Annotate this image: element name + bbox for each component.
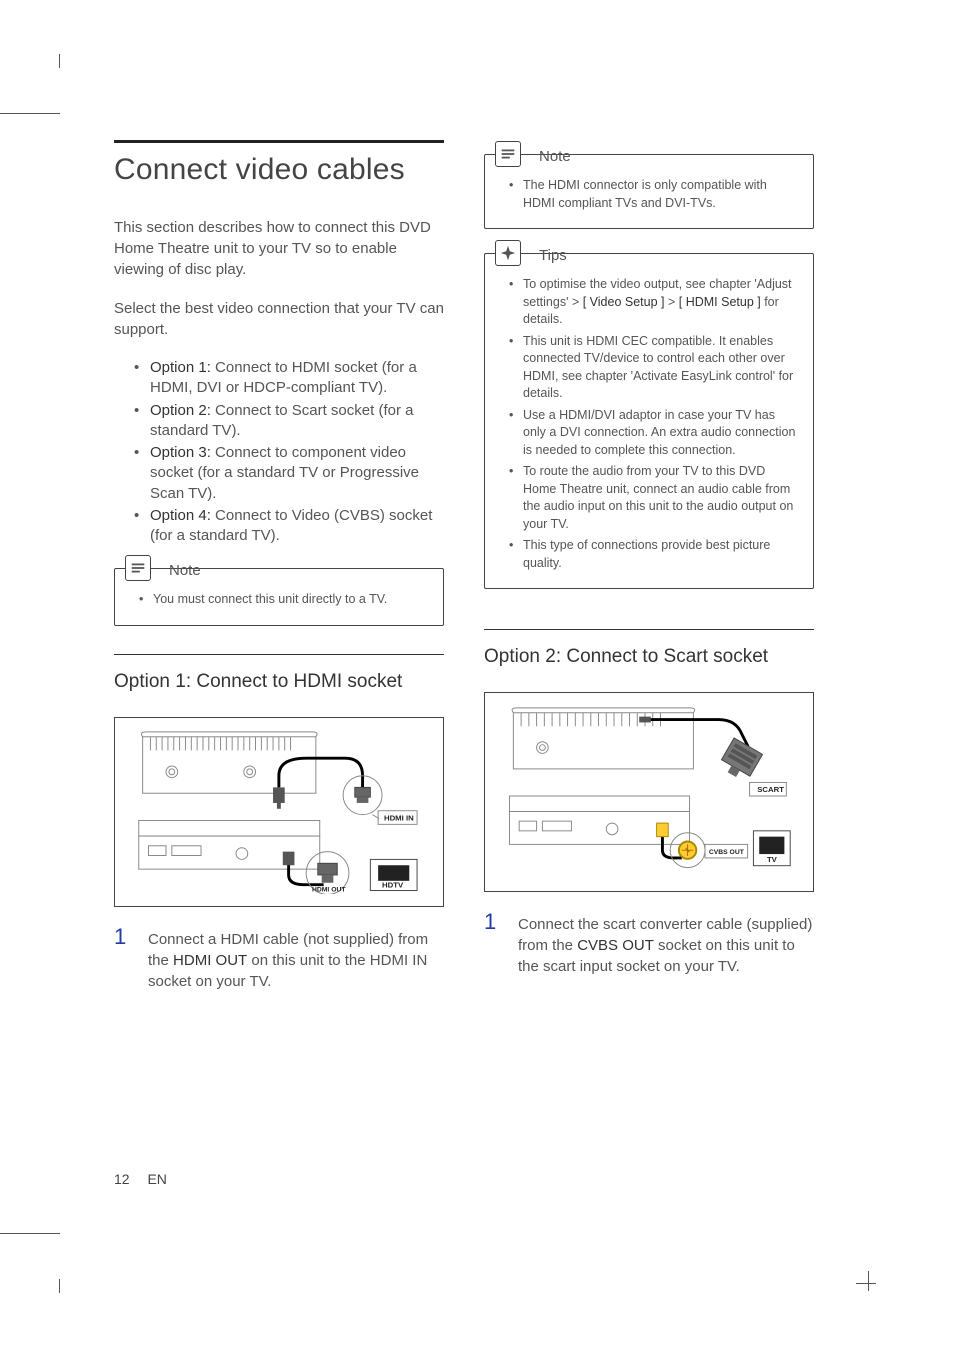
option-item-3: Option 3: Connect to component video soc… (134, 443, 444, 504)
tips-title: Tips (539, 247, 567, 264)
tips-item-3: Use a HDMI/DVI adaptor in case your TV h… (513, 407, 797, 460)
option1-heading: Option 1: Connect to HDMI socket (114, 654, 444, 693)
note-title: Note (169, 562, 201, 579)
option-item-4: Option 4: Connect to Video (CVBS) socket… (134, 506, 444, 547)
tips-item-2: This unit is HDMI CEC compatible. It ena… (513, 333, 797, 403)
step-number: 1 (484, 911, 502, 977)
option-item-1: Option 1: Connect to HDMI socket (for a … (134, 358, 444, 399)
step-number: 1 (114, 926, 132, 992)
note-title: Note (539, 148, 571, 165)
crop-mark-top-left (0, 54, 60, 114)
language-code: EN (147, 1171, 166, 1187)
right-column: Note The HDMI connector is only compatib… (484, 140, 814, 992)
scart-connection-figure: SCART CVBS OUT TV (484, 692, 814, 892)
option1-step-1: 1 Connect a HDMI cable (not supplied) fr… (114, 929, 444, 992)
section-title: Connect video cables (114, 140, 444, 187)
option-item-2: Option 2: Connect to Scart socket (for a… (134, 401, 444, 442)
note-item: The HDMI connector is only compatible wi… (513, 177, 797, 212)
page-number: 12 (114, 1171, 130, 1187)
note-item: You must connect this unit directly to a… (143, 591, 427, 609)
option2-heading: Option 2: Connect to Scart socket (484, 629, 814, 668)
crop-mark-bottom-left (0, 1233, 60, 1293)
scart-label: SCART (757, 785, 784, 794)
hdmi-connection-figure: HDMI IN HDMI OUT HDTV (114, 717, 444, 907)
page-footer: 12 EN (114, 1171, 167, 1187)
option2-step-1: 1 Connect the scart converter cable (sup… (484, 914, 814, 977)
hdmi-out-label: HDMI OUT (312, 887, 346, 894)
tips-item-4: To route the audio from your TV to this … (513, 463, 797, 533)
intro-paragraph-2: Select the best video connection that yo… (114, 298, 444, 340)
left-column: Connect video cables This section descri… (114, 140, 444, 992)
tips-icon (495, 240, 521, 266)
note-callout-left: Note You must connect this unit directly… (114, 568, 444, 626)
note-icon (125, 555, 151, 581)
tips-item-5: This type of connections provide best pi… (513, 537, 797, 572)
tv-label: TV (767, 855, 778, 864)
note-icon (495, 141, 521, 167)
options-list: Option 1: Connect to HDMI socket (for a … (134, 358, 444, 546)
tips-callout: Tips To optimise the video output, see c… (484, 253, 814, 589)
tips-item-1: To optimise the video output, see chapte… (513, 276, 797, 329)
intro-paragraph-1: This section describes how to connect th… (114, 217, 444, 280)
crop-mark-bottom-right (856, 1271, 876, 1291)
cvbs-out-label: CVBS OUT (709, 849, 745, 856)
hdtv-label: HDTV (382, 881, 404, 890)
note-callout-right: Note The HDMI connector is only compatib… (484, 154, 814, 229)
hdmi-in-label: HDMI IN (384, 814, 414, 823)
